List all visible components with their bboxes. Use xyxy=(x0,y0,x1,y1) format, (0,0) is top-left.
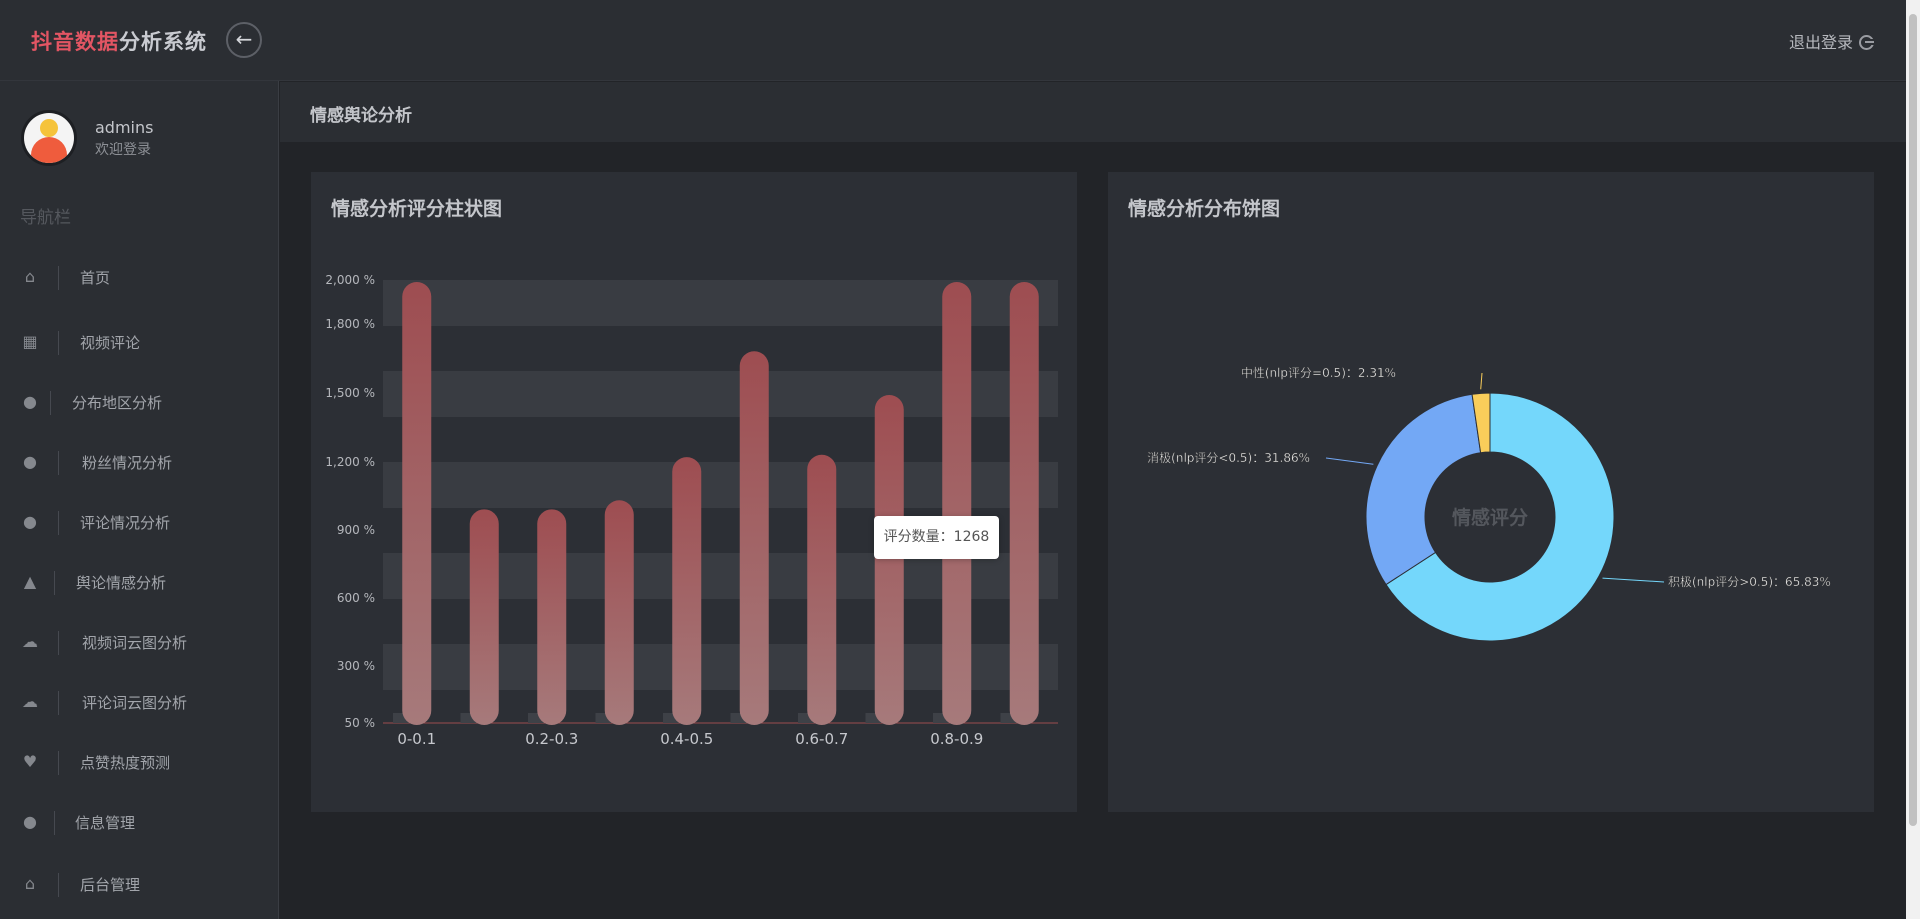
sidebar-item-label: 舆论情感分析 xyxy=(76,574,167,592)
nav-divider xyxy=(54,811,55,835)
slice-label: 中性(nlp评分=0.5)：2.31% xyxy=(1241,365,1396,380)
app-title-rest: 分析系统 xyxy=(119,30,207,54)
sidebar-item-label: 评论情况分析 xyxy=(80,514,171,532)
home-icon: ⌂ xyxy=(24,874,36,893)
user-welcome: 欢迎登录 xyxy=(95,142,151,158)
pie-chart-card: 积极(nlp评分>0.5)：65.83% 消极(nlp评分<0.5)：31.86%… xyxy=(1108,172,1874,812)
y-tick-label: 600 % xyxy=(337,591,375,605)
chart-tooltip: 评分数量：1268 xyxy=(874,516,999,559)
breadcrumb-bar: 情感舆论分析 xyxy=(280,82,1906,142)
y-tick-label: 50 % xyxy=(345,716,376,730)
bar[interactable] xyxy=(469,509,499,725)
y-tick-label: 1,800 % xyxy=(325,317,375,331)
bar[interactable] xyxy=(874,395,904,725)
y-tick-label: 2,000 % xyxy=(325,273,375,287)
y-tick-label: 300 % xyxy=(337,659,375,673)
sidebar-item-label: 信息管理 xyxy=(75,814,136,832)
x-tick-label: 0.6-0.7 xyxy=(795,730,848,748)
app-title: 抖音数据分析系统 xyxy=(31,26,207,56)
logout-label: 退出登录 xyxy=(1788,33,1853,52)
y-tick-label: 900 % xyxy=(337,523,375,537)
sidebar-item[interactable]: ☁ 评论词云图分析 xyxy=(0,682,279,722)
sidebar-item[interactable]: ● 分布地区分析 xyxy=(0,382,279,422)
users-icon: ● xyxy=(23,452,37,471)
bar[interactable] xyxy=(672,457,702,725)
sidebar-item[interactable]: ● 信息管理 xyxy=(0,802,279,842)
arrow-left-icon: ← xyxy=(235,27,253,51)
sidebar-item-label: 视频词云图分析 xyxy=(82,634,188,652)
bar[interactable] xyxy=(402,282,432,725)
cloud-upload-icon: ☁ xyxy=(22,692,38,711)
bar-chart-card: 50 % 300 % 600 % 900 % 1,200 % 1,500 % 1,800 %… xyxy=(311,172,1077,812)
bar[interactable] xyxy=(942,282,972,725)
logout-icon xyxy=(1859,35,1874,50)
sidebar-item[interactable]: ♥ 点赞热度预测 xyxy=(0,742,279,782)
slice-label: 积极(nlp评分>0.5)：65.83% xyxy=(1668,575,1831,589)
x-tick-label: 0-0.1 xyxy=(397,730,436,748)
sidebar-item[interactable]: ⌂ 首页 xyxy=(0,257,279,297)
pie-center-label: 情感评分 xyxy=(1452,506,1528,529)
nav-divider xyxy=(58,631,59,655)
app-title-highlight: 抖音数据 xyxy=(31,30,119,54)
sidebar-item-label: 评论词云图分析 xyxy=(82,694,188,712)
logout-link[interactable]: 退出登录 xyxy=(1789,29,1874,53)
sidebar-item-label: 首页 xyxy=(80,269,111,287)
nav-divider xyxy=(58,331,59,355)
bar[interactable] xyxy=(537,509,567,725)
sidebar-item-label: 点赞热度预测 xyxy=(80,754,171,772)
pie-chart-title: 情感分析分布饼图 xyxy=(1128,198,1281,220)
pie-slice[interactable] xyxy=(1365,393,1482,586)
nav-divider xyxy=(58,511,59,535)
bar[interactable] xyxy=(807,454,837,725)
cloud-upload-icon: ☁ xyxy=(22,632,38,651)
sidebar-item[interactable]: ☁ 视频词云图分析 xyxy=(0,622,279,662)
bar[interactable] xyxy=(1009,282,1039,725)
y-tick-label: 1,500 % xyxy=(325,386,375,400)
home-icon: ⌂ xyxy=(24,267,36,286)
nav-divider xyxy=(58,691,59,715)
collapse-sidebar-button[interactable]: ← xyxy=(226,22,262,58)
nav-divider xyxy=(58,451,59,475)
breadcrumb: 情感舆论分析 xyxy=(310,106,412,126)
page-scrollbar[interactable] xyxy=(1906,0,1920,919)
sidebar-item[interactable]: ▲ 舆论情感分析 xyxy=(0,562,279,602)
comment-icon: ● xyxy=(23,512,37,531)
x-tick-label: 0.8-0.9 xyxy=(930,730,983,748)
user-name: admins xyxy=(95,118,154,137)
bar[interactable] xyxy=(739,351,769,725)
sidebar-item[interactable]: ⌂ 后台管理 xyxy=(0,864,279,904)
sidebar-item-label: 粉丝情况分析 xyxy=(82,454,173,472)
sidebar-item-label: 视频评论 xyxy=(80,334,141,352)
sidebar-item[interactable]: ● 粉丝情况分析 xyxy=(0,442,279,482)
y-tick-label: 1,200 % xyxy=(325,455,375,469)
nav-divider xyxy=(54,571,55,595)
top-header: 抖音数据分析系统 ← 退出登录 xyxy=(0,0,1906,81)
nav-title: 导航栏 xyxy=(20,208,71,228)
nav-divider xyxy=(58,751,59,775)
nav-divider xyxy=(58,266,59,290)
leader-line xyxy=(1602,577,1665,583)
leader-line xyxy=(1480,372,1483,390)
x-tick-label: 0.4-0.5 xyxy=(660,730,713,748)
bar-chart: 50 % 300 % 600 % 900 % 1,200 % 1,500 % 1,800 %… xyxy=(325,273,1058,748)
nav-divider xyxy=(58,873,59,897)
heart-icon: ♥ xyxy=(22,752,38,771)
user-icon: ● xyxy=(23,812,37,831)
sidebar-item-label: 后台管理 xyxy=(80,876,141,894)
sidebar-item-label: 分布地区分析 xyxy=(72,394,163,412)
flame-icon: ▲ xyxy=(23,572,37,591)
sidebar-item[interactable]: ▦ 视频评论 xyxy=(0,322,279,362)
leader-line xyxy=(1325,457,1374,465)
pie-chart: 积极(nlp评分>0.5)：65.83% 消极(nlp评分<0.5)：31.86%… xyxy=(1147,365,1831,642)
bar[interactable] xyxy=(604,500,634,725)
nav-divider xyxy=(50,391,51,415)
x-tick-label: 0.2-0.3 xyxy=(525,730,578,748)
grid-icon: ▦ xyxy=(22,332,38,351)
slice-label: 消极(nlp评分<0.5)：31.86% xyxy=(1147,451,1310,465)
sidebar: admins 欢迎登录 导航栏 ⌂ 首页 ▦ 视频评论 ● 分布地区分析 ● 粉丝情况分析 ● 评… xyxy=(0,81,279,919)
sidebar-item[interactable]: ● 评论情况分析 xyxy=(0,502,279,542)
avatar xyxy=(24,113,74,163)
map-pin-icon: ● xyxy=(23,392,37,411)
bar-chart-title: 情感分析评分柱状图 xyxy=(331,198,503,220)
